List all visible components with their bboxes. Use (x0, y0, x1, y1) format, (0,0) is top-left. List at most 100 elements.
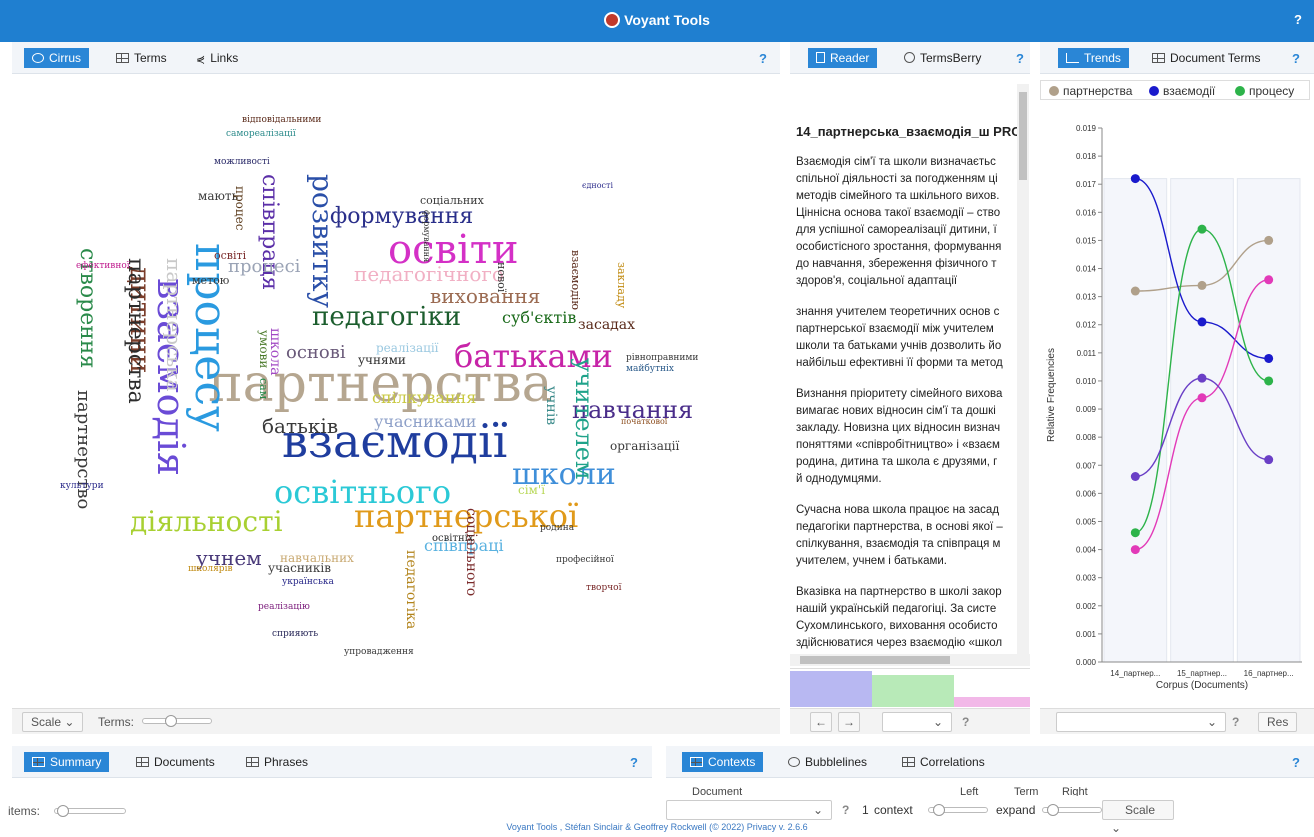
expand-slider-knob[interactable] (1047, 804, 1059, 816)
reader-scrollbar[interactable] (1017, 84, 1029, 654)
reader-help-button[interactable]: ? (1016, 51, 1024, 66)
tab-bubblelines[interactable]: Bubblelines (780, 752, 875, 772)
reset-button[interactable]: Res (1258, 712, 1297, 732)
cloud-word[interactable]: учителем (572, 358, 596, 480)
cloud-word[interactable]: педагогіка (404, 550, 418, 629)
items-slider-knob[interactable] (57, 805, 69, 817)
cloud-word[interactable]: навчальних (280, 552, 354, 564)
cloud-word[interactable]: виховання (430, 286, 540, 306)
prev-button[interactable]: ← (810, 712, 832, 732)
tab-cirrus[interactable]: Cirrus (24, 48, 89, 68)
cloud-word[interactable]: формування (422, 210, 430, 262)
cloud-word[interactable]: розвитку (308, 174, 336, 308)
legend-item[interactable]: партнерства (1049, 84, 1132, 98)
tab-reader[interactable]: Reader (808, 48, 877, 68)
cloud-word[interactable]: початкової (621, 418, 667, 426)
cloud-word[interactable]: взаємодію (570, 250, 581, 310)
cloud-word[interactable]: партнерства (124, 258, 146, 404)
trends-select[interactable]: ⌄ (1056, 712, 1226, 732)
cloud-word[interactable]: родина (540, 524, 574, 533)
cloud-word[interactable]: учнями (358, 354, 406, 366)
cloud-word[interactable]: ефективної (76, 262, 130, 271)
column-right[interactable]: Right (1062, 786, 1088, 796)
tab-trends[interactable]: Trends (1058, 48, 1129, 68)
context-slider-knob[interactable] (933, 804, 945, 816)
cloud-word[interactable]: основі (286, 344, 346, 362)
column-document[interactable]: Document (692, 786, 742, 796)
cloud-word[interactable]: спілкування (372, 390, 476, 406)
doc-segment[interactable] (790, 671, 872, 707)
reader-hscrollbar[interactable] (790, 654, 1030, 666)
context-slider[interactable] (928, 807, 988, 813)
cloud-word[interactable]: сам (258, 378, 269, 399)
cloud-word[interactable]: українська (282, 578, 334, 587)
contexts-scale-dropdown[interactable]: Scale ⌄ (1102, 800, 1174, 820)
tab-terms[interactable]: Terms (108, 48, 175, 68)
terms-slider[interactable] (142, 718, 212, 724)
cloud-word[interactable]: соціальних (420, 195, 484, 206)
cloud-word[interactable]: учасниками (374, 414, 476, 430)
reader-toolbar-help[interactable]: ? (962, 715, 969, 729)
cloud-word[interactable]: метою (192, 275, 229, 286)
cloud-word[interactable]: можливості (214, 158, 270, 167)
cloud-word[interactable]: майбутніх (626, 365, 674, 374)
next-button[interactable]: → (838, 712, 860, 732)
cloud-word[interactable]: відповідальними (242, 116, 321, 125)
contexts-toolbar-help[interactable]: ? (842, 803, 849, 817)
tab-links[interactable]: ⋞Links (188, 48, 246, 68)
cloud-word[interactable]: упровадження (344, 648, 414, 657)
cloud-word[interactable]: нової (496, 262, 507, 292)
doc-segment[interactable] (872, 675, 954, 707)
cloud-word[interactable]: культури (60, 482, 104, 491)
cloud-word[interactable]: процесу (188, 243, 232, 432)
cloud-word[interactable]: організації (610, 440, 679, 452)
doc-segment[interactable] (954, 697, 1030, 707)
legend-item[interactable]: процесу (1235, 84, 1294, 98)
cloud-word[interactable]: суб'єктів (502, 310, 576, 326)
cloud-word[interactable]: рівноправними (626, 354, 698, 363)
cloud-word[interactable]: освітніх (432, 534, 473, 544)
column-left[interactable]: Left (960, 786, 978, 796)
cloud-word[interactable]: педагогічного (354, 264, 504, 284)
cloud-word[interactable]: творчої (586, 584, 621, 593)
tab-summary[interactable]: Summary (24, 752, 109, 772)
column-term[interactable]: Term (1014, 786, 1038, 796)
cloud-word[interactable]: закладу (616, 262, 627, 308)
tab-document-terms[interactable]: Document Terms (1144, 48, 1268, 68)
contexts-select[interactable]: ⌄ (666, 800, 832, 820)
reader-doc-select[interactable]: ⌄ (882, 712, 952, 732)
contexts-help-button[interactable]: ? (1292, 755, 1300, 770)
cloud-word[interactable]: формування (330, 206, 473, 228)
tab-contexts[interactable]: Contexts (682, 752, 763, 772)
cloud-word[interactable]: процес (234, 186, 246, 230)
reader-hscroll-thumb[interactable] (800, 656, 950, 664)
app-help-button[interactable]: ? (1294, 12, 1302, 27)
footer-credit[interactable]: Voyant Tools , Stéfan Sinclair & Geoffre… (0, 822, 1314, 836)
cloud-word[interactable]: школярів (188, 565, 233, 574)
items-slider[interactable] (54, 808, 126, 814)
expand-slider[interactable] (1042, 807, 1102, 813)
cloud-word[interactable]: партнерство (74, 390, 92, 509)
cloud-word[interactable]: професійної (556, 556, 614, 565)
legend-item[interactable]: взаємодії (1149, 84, 1215, 98)
cloud-word[interactable]: батьків (262, 416, 338, 436)
cloud-word[interactable]: реалізацію (258, 603, 310, 612)
tab-correlations[interactable]: Correlations (894, 752, 993, 772)
reader-scroll-thumb[interactable] (1019, 92, 1027, 180)
scale-dropdown[interactable]: Scale ⌄ (22, 712, 83, 732)
cloud-word[interactable]: освіті (214, 250, 246, 261)
tab-documents[interactable]: Documents (128, 752, 223, 772)
tab-termsberry[interactable]: TermsBerry (896, 48, 989, 68)
cirrus-help-button[interactable]: ? (759, 51, 767, 66)
tab-phrases[interactable]: Phrases (238, 752, 316, 772)
cloud-word[interactable]: соціального (464, 508, 478, 596)
cloud-word[interactable]: діяльності (130, 508, 283, 536)
terms-slider-knob[interactable] (165, 715, 177, 727)
cloud-word[interactable]: умови (258, 330, 270, 368)
cloud-word[interactable]: сприяють (272, 630, 318, 639)
cloud-word[interactable]: єдності (582, 182, 613, 190)
cloud-word[interactable]: засадах (578, 318, 635, 332)
cloud-word[interactable]: партнерська (164, 258, 184, 392)
cloud-word[interactable]: учнів (544, 386, 558, 425)
cloud-word[interactable]: сім'ї (518, 484, 545, 496)
